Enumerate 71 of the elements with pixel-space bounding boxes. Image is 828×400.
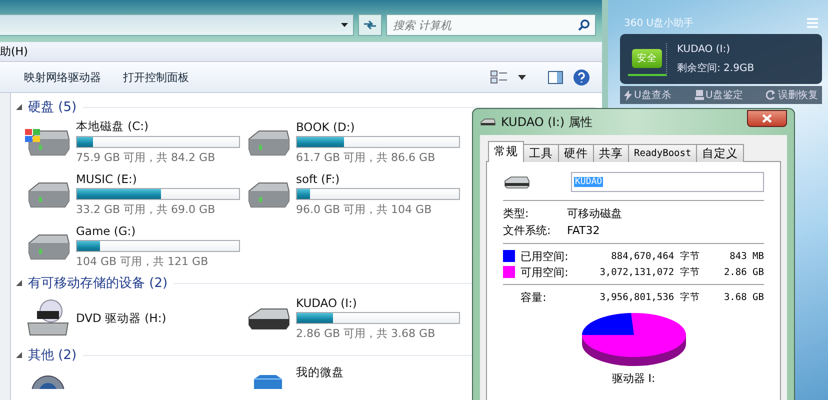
tab[interactable]: ReadyBoost bbox=[628, 144, 698, 162]
undo-icon bbox=[766, 90, 776, 100]
search-icon bbox=[578, 19, 590, 31]
size-value: 2.86 GB bbox=[722, 266, 764, 278]
collapse-icon[interactable] bbox=[16, 104, 22, 110]
byte-count: 884,670,464 字节 bbox=[610, 250, 700, 262]
widget-action-button[interactable]: 误删恢复 bbox=[764, 88, 820, 102]
menu-item[interactable]: 助(H) bbox=[0, 44, 34, 59]
close-button[interactable] bbox=[747, 110, 787, 126]
collapse-icon[interactable] bbox=[16, 280, 22, 286]
collapse-icon[interactable] bbox=[16, 352, 22, 358]
drive-name[interactable]: soft (F:) bbox=[296, 172, 460, 186]
drive-name[interactable]: MUSIC (E:) bbox=[76, 172, 240, 186]
drive-name[interactable]: 本地磁盘 (C:) bbox=[76, 119, 240, 134]
capacity-label: 容量: bbox=[520, 290, 548, 304]
drive-with-flag-icon[interactable] bbox=[25, 127, 71, 157]
drive-name[interactable]: DVD 驱动器 (H:) bbox=[76, 310, 240, 326]
property-label: 类型: bbox=[503, 206, 530, 221]
drive-space-text: 2.86 GB 可用，共 3.68 GB bbox=[296, 326, 436, 340]
webcam-icon[interactable] bbox=[31, 375, 65, 389]
group-title[interactable]: 有可移动存储的设备 (2) bbox=[28, 274, 168, 292]
tab[interactable]: 工具 bbox=[523, 144, 559, 162]
widget-action-button[interactable]: U盘查杀 bbox=[622, 88, 674, 102]
lightning-icon bbox=[624, 90, 632, 100]
preview-pane-icon[interactable] bbox=[548, 70, 563, 84]
widget-action-button[interactable]: U盘鉴定 bbox=[692, 88, 745, 102]
name-value: KUDAO bbox=[574, 177, 604, 187]
dvd-drive-icon[interactable] bbox=[25, 299, 71, 337]
tab[interactable]: 自定义 bbox=[696, 144, 744, 162]
drive-name[interactable]: Game (G:) bbox=[76, 224, 240, 238]
property-label: 文件系统: bbox=[503, 223, 552, 238]
drive-space-text: 75.9 GB 可用，共 84.2 GB bbox=[76, 150, 216, 165]
view-options-icon[interactable] bbox=[490, 70, 508, 84]
group-title[interactable]: 其他 (2) bbox=[28, 346, 77, 364]
free-space-text: 剩余空间: 2.9GB bbox=[677, 62, 754, 74]
tab[interactable]: 共享 bbox=[593, 144, 629, 162]
drive-space-text: 96.0 GB 可用，共 104 GB bbox=[296, 202, 433, 216]
drive-name[interactable]: 我的微盘 bbox=[296, 365, 460, 380]
safe-badge: 安全 bbox=[632, 48, 662, 68]
toolbar-button[interactable]: 打开控制面板 bbox=[117, 66, 195, 88]
usb-drive-icon bbox=[480, 118, 496, 126]
space-label: 可用空间: bbox=[520, 264, 570, 280]
toolbar-button[interactable]: 映射网络驱动器 bbox=[18, 66, 107, 88]
search-field[interactable]: 搜索 计算机 bbox=[386, 14, 596, 36]
refresh-button[interactable] bbox=[358, 14, 382, 36]
close-icon bbox=[762, 114, 772, 122]
space-label: 已用空间: bbox=[520, 248, 570, 264]
byte-count: 3,072,131,072 字节 bbox=[598, 266, 700, 278]
drive-space-text: 33.2 GB 可用，共 69.0 GB bbox=[76, 202, 216, 216]
byte-count: 3,956,801,536 字节 bbox=[598, 290, 700, 304]
drive-name[interactable]: BOOK (D:) bbox=[296, 120, 460, 134]
refresh-icon bbox=[363, 19, 377, 31]
caret-icon[interactable] bbox=[518, 74, 526, 80]
drive-name: KUDAO (I:) bbox=[677, 44, 731, 54]
property-value: 可移动磁盘 bbox=[567, 206, 622, 221]
drive-name[interactable]: KUDAO (I:) bbox=[296, 296, 460, 310]
tab[interactable]: 常规 bbox=[488, 141, 524, 162]
property-value: FAT32 bbox=[567, 224, 600, 237]
tab[interactable]: 硬件 bbox=[558, 144, 594, 162]
drive-space-text: 104 GB 可用，共 121 GB bbox=[76, 254, 210, 268]
help-icon[interactable] bbox=[573, 68, 590, 86]
dialog-title: KUDAO (I:) 属性 bbox=[501, 114, 594, 130]
group-title[interactable]: 硬盘 (5) bbox=[28, 98, 77, 116]
usb-stick-icon bbox=[694, 90, 704, 100]
drive-label: 驱动器 I: bbox=[612, 371, 656, 386]
size-value: 3.68 GB bbox=[722, 292, 764, 302]
size-value: 843 MB bbox=[728, 250, 764, 262]
usb-drive-icon bbox=[503, 175, 531, 189]
drive-space-text: 61.7 GB 可用，共 86.6 GB bbox=[296, 150, 436, 164]
widget-title: 360 U盘小助手 bbox=[624, 16, 694, 30]
dropdown-icon bbox=[341, 23, 348, 27]
